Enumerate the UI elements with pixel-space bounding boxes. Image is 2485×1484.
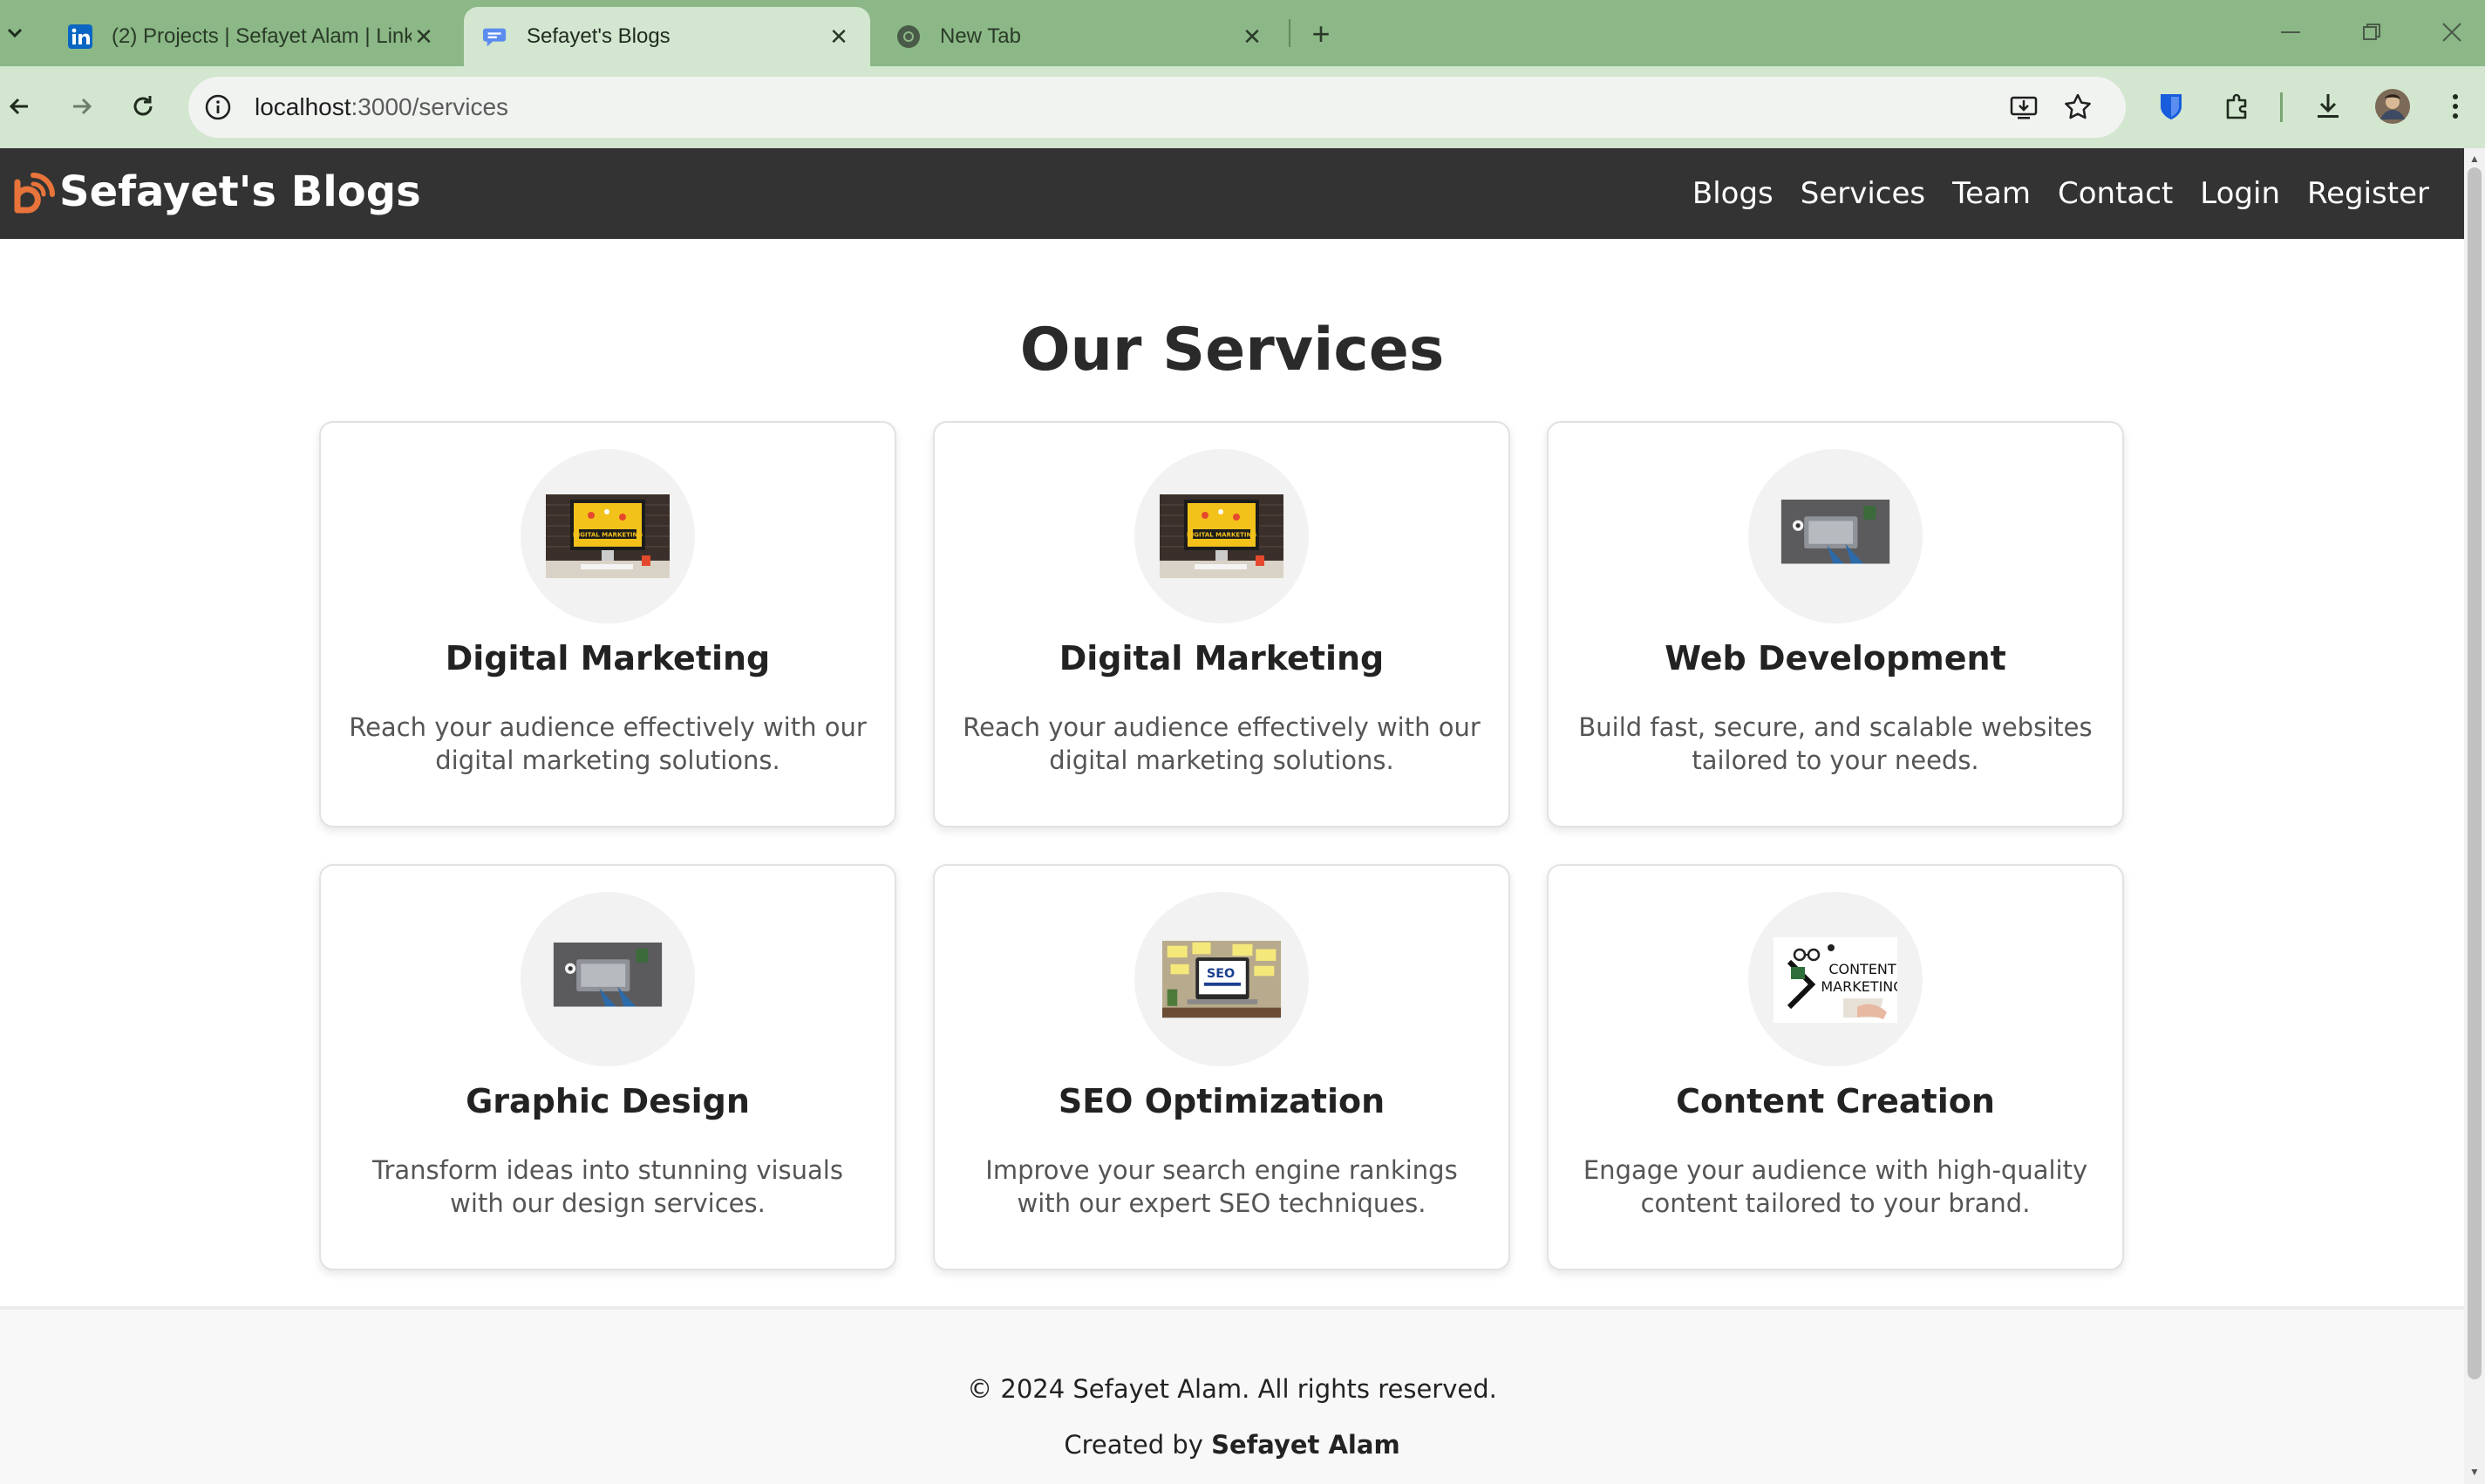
desk-laptop-image xyxy=(553,943,663,1007)
service-image-frame: DIGITAL MARKETING xyxy=(521,449,695,623)
service-card: Graphic Design Transform ideas into stun… xyxy=(319,864,896,1270)
new-tab-button[interactable]: + xyxy=(1303,16,1339,52)
service-card: DIGITAL MARKETING Digital Marketing Reac… xyxy=(933,421,1510,827)
back-button[interactable] xyxy=(0,84,42,129)
scroll-up-icon[interactable]: ▲ xyxy=(2468,152,2482,166)
service-description: Reach your audience effectively with our… xyxy=(349,712,867,775)
chrome-icon xyxy=(896,24,921,49)
service-card: DIGITAL MARKETING Digital Marketing Reac… xyxy=(319,421,896,827)
url-path: :3000/services xyxy=(351,93,509,120)
credit-prefix: Created by xyxy=(1064,1430,1212,1460)
service-description: Transform ideas into stunning visuals wi… xyxy=(372,1155,843,1218)
credit-line: Created by Sefayet Alam xyxy=(0,1430,2464,1460)
tab-title: (2) Projects | Sefayet Alam | LinkedIn xyxy=(112,24,412,48)
main-menu: Blogs Services Team Contact Login Regist… xyxy=(1692,148,2429,239)
tab-search-button[interactable] xyxy=(0,12,30,54)
service-title: Digital Marketing xyxy=(1059,639,1385,677)
brand-link[interactable]: Sefayet's Blogs xyxy=(14,167,421,216)
nav-link-blogs[interactable]: Blogs xyxy=(1692,176,1774,211)
nav-link-contact[interactable]: Contact xyxy=(2058,176,2173,211)
extensions-puzzle-icon[interactable] xyxy=(2215,84,2260,129)
image-caption: MARKETING xyxy=(1821,978,1897,995)
tab-new-tab[interactable]: New Tab ✕ xyxy=(877,7,1283,66)
tab-title: New Tab xyxy=(940,24,1021,48)
service-image-frame xyxy=(521,892,695,1066)
profile-avatar[interactable] xyxy=(2370,84,2415,129)
service-image-frame: SEO xyxy=(1134,892,1309,1066)
reload-icon xyxy=(133,96,153,116)
tab-linkedin[interactable]: (2) Projects | Sefayet Alam | LinkedIn ✕ xyxy=(49,7,455,66)
arrow-right-icon xyxy=(73,98,92,115)
service-title: Graphic Design xyxy=(466,1082,750,1120)
toolbar-divider xyxy=(2280,92,2283,122)
service-image-frame xyxy=(1748,449,1923,623)
close-tab-icon[interactable]: ✕ xyxy=(1240,24,1264,50)
service-image-frame: DIGITAL MARKETING xyxy=(1134,449,1309,623)
downloads-icon[interactable] xyxy=(2305,84,2351,129)
service-card: SEO SEO Optimization Improve your search… xyxy=(933,864,1510,1270)
service-title: Digital Marketing xyxy=(445,639,771,677)
seo-image: SEO xyxy=(1161,941,1282,1018)
image-caption: DIGITAL MARKETING xyxy=(573,532,643,539)
page-title: Our Services xyxy=(1019,316,1445,385)
site-info-icon[interactable] xyxy=(204,93,232,121)
page-scrollbar[interactable]: ▲ ▼ xyxy=(2464,148,2485,1484)
author-name: Sefayet Alam xyxy=(1211,1430,1400,1460)
service-title: Content Creation xyxy=(1676,1082,1995,1120)
close-tab-icon[interactable]: ✕ xyxy=(827,24,851,50)
close-window-icon[interactable] xyxy=(2426,10,2478,54)
minimize-icon[interactable] xyxy=(2265,10,2318,54)
reload-button[interactable] xyxy=(120,84,166,129)
chrome-menu-icon[interactable] xyxy=(2433,84,2478,129)
bookmark-star-icon[interactable] xyxy=(2063,92,2093,122)
copyright-text: © 2024 Sefayet Alam. All rights reserved… xyxy=(967,1374,1497,1404)
digital-marketing-image: DIGITAL MARKETING xyxy=(546,494,670,578)
nav-link-login[interactable]: Login xyxy=(2200,176,2280,211)
restore-icon[interactable] xyxy=(2345,10,2398,54)
service-description: Reach your audience effectively with our… xyxy=(963,712,1481,775)
nav-link-services[interactable]: Services xyxy=(1801,176,1925,211)
url-host: localhost xyxy=(255,93,351,120)
blog-logo-icon xyxy=(14,173,55,214)
arrow-left-icon xyxy=(9,98,28,115)
chat-bubble-icon xyxy=(483,24,507,49)
site-footer: © 2024 Sefayet Alam. All rights reserved… xyxy=(0,1306,2464,1484)
service-title: SEO Optimization xyxy=(1058,1082,1385,1120)
tab-separator xyxy=(1289,19,1290,47)
browser-tab-bar: (2) Projects | Sefayet Alam | LinkedIn ✕… xyxy=(0,0,2485,66)
service-description: Improve your search engine rankings with… xyxy=(985,1155,1458,1218)
content-marketing-image: CONTENT MARKETING xyxy=(1774,937,1897,1023)
scroll-down-icon[interactable]: ▼ xyxy=(2468,1465,2482,1479)
service-title: Web Development xyxy=(1665,639,2006,677)
service-description: Engage your audience with high-quality c… xyxy=(1583,1155,2088,1218)
desk-laptop-image xyxy=(1780,500,1890,564)
image-caption: CONTENT xyxy=(1828,961,1896,977)
tab-sefayets-blogs[interactable]: Sefayet's Blogs ✕ xyxy=(464,7,870,66)
site-navbar: Sefayet's Blogs Blogs Services Team Cont… xyxy=(0,148,2464,239)
service-image-frame: CONTENT MARKETING xyxy=(1748,892,1923,1066)
digital-marketing-image: DIGITAL MARKETING xyxy=(1160,494,1283,578)
install-app-icon[interactable] xyxy=(2009,92,2039,122)
forward-button[interactable] xyxy=(59,84,105,129)
bitwarden-shield-icon[interactable] xyxy=(2148,84,2194,129)
page-viewport: Sefayet's Blogs Blogs Services Team Cont… xyxy=(0,148,2464,1484)
nav-link-team[interactable]: Team xyxy=(1952,176,2031,211)
url-text[interactable]: localhost:3000/services xyxy=(255,77,508,138)
service-card: Web Development Build fast, secure, and … xyxy=(1547,421,2124,827)
chevron-down-icon xyxy=(7,28,23,38)
close-tab-icon[interactable]: ✕ xyxy=(412,24,436,50)
brand-name: Sefayet's Blogs xyxy=(59,167,421,216)
service-card: CONTENT MARKETING Content Creation Engag… xyxy=(1547,864,2124,1270)
service-description: Build fast, secure, and scalable website… xyxy=(1578,712,2093,775)
browser-toolbar: localhost:3000/services xyxy=(0,66,2485,148)
tab-title: Sefayet's Blogs xyxy=(527,24,671,48)
scrollbar-thumb[interactable] xyxy=(2468,167,2482,1379)
image-caption: SEO xyxy=(1207,967,1235,981)
linkedin-icon xyxy=(68,24,92,49)
image-caption: DIGITAL MARKETING xyxy=(1187,532,1257,539)
nav-link-register[interactable]: Register xyxy=(2307,176,2429,211)
address-bar[interactable]: localhost:3000/services xyxy=(188,77,2126,138)
